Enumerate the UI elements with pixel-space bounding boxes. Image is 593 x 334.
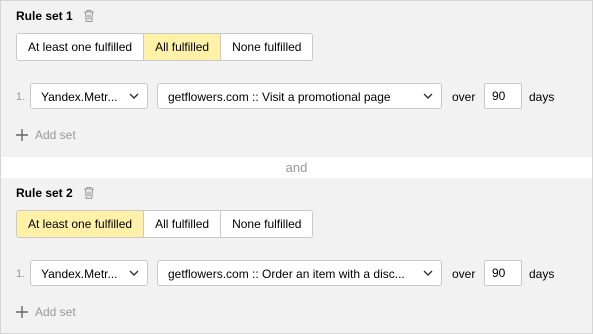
rule-set-header: Rule set 2 (16, 185, 95, 201)
plus-icon (16, 129, 28, 141)
segment-none-fulfilled[interactable]: None fulfilled (221, 211, 313, 237)
chevron-down-icon (423, 93, 433, 99)
over-label: over (452, 90, 476, 104)
and-separator: and (1, 157, 592, 178)
fulfillment-selector: At least one fulfilled All fulfilled Non… (16, 33, 314, 61)
condition-index: 1. (16, 268, 26, 280)
days-input[interactable] (484, 260, 522, 286)
segment-all-fulfilled[interactable]: All fulfilled (144, 34, 222, 60)
segment-at-least-one[interactable]: At least one fulfilled (17, 211, 145, 237)
rule-set-2: Rule set 2 At least one fulfilled All fu… (1, 178, 592, 333)
add-set-button[interactable]: Add set (16, 127, 76, 143)
source-dropdown[interactable]: Yandex.Metr... (30, 260, 148, 286)
rule-set-title: Rule set 1 (16, 9, 73, 23)
goal-dropdown[interactable]: getflowers.com :: Order an item with a d… (157, 260, 442, 286)
segment-none-fulfilled[interactable]: None fulfilled (221, 34, 313, 60)
condition-row: 1. Yandex.Metr... getflowers.com :: Visi… (16, 83, 576, 111)
and-label: and (285, 160, 308, 175)
segment-all-fulfilled[interactable]: All fulfilled (144, 211, 222, 237)
days-label: days (529, 267, 555, 281)
add-set-label: Add set (35, 305, 76, 319)
rule-set-header: Rule set 1 (16, 8, 95, 24)
days-label: days (529, 90, 555, 104)
segment-at-least-one[interactable]: At least one fulfilled (17, 34, 145, 60)
trash-icon[interactable] (83, 186, 95, 200)
source-dropdown[interactable]: Yandex.Metr... (30, 83, 148, 109)
over-label: over (452, 267, 476, 281)
days-input[interactable] (484, 83, 522, 109)
goal-dropdown-value: getflowers.com :: Visit a promotional pa… (168, 90, 391, 104)
plus-icon (16, 306, 28, 318)
condition-row: 1. Yandex.Metr... getflowers.com :: Orde… (16, 260, 576, 288)
source-dropdown-value: Yandex.Metr... (41, 267, 118, 281)
rule-set-1: Rule set 1 At least one fulfilled All fu… (1, 1, 592, 157)
fulfillment-selector: At least one fulfilled All fulfilled Non… (16, 210, 314, 238)
trash-icon[interactable] (83, 9, 95, 23)
rule-set-title: Rule set 2 (16, 186, 73, 200)
add-set-button[interactable]: Add set (16, 304, 76, 320)
chevron-down-icon (129, 270, 139, 276)
chevron-down-icon (423, 270, 433, 276)
condition-index: 1. (16, 91, 26, 103)
goal-dropdown-value: getflowers.com :: Order an item with a d… (168, 267, 405, 281)
add-set-label: Add set (35, 128, 76, 142)
chevron-down-icon (129, 93, 139, 99)
source-dropdown-value: Yandex.Metr... (41, 90, 118, 104)
goal-dropdown[interactable]: getflowers.com :: Visit a promotional pa… (157, 83, 442, 109)
